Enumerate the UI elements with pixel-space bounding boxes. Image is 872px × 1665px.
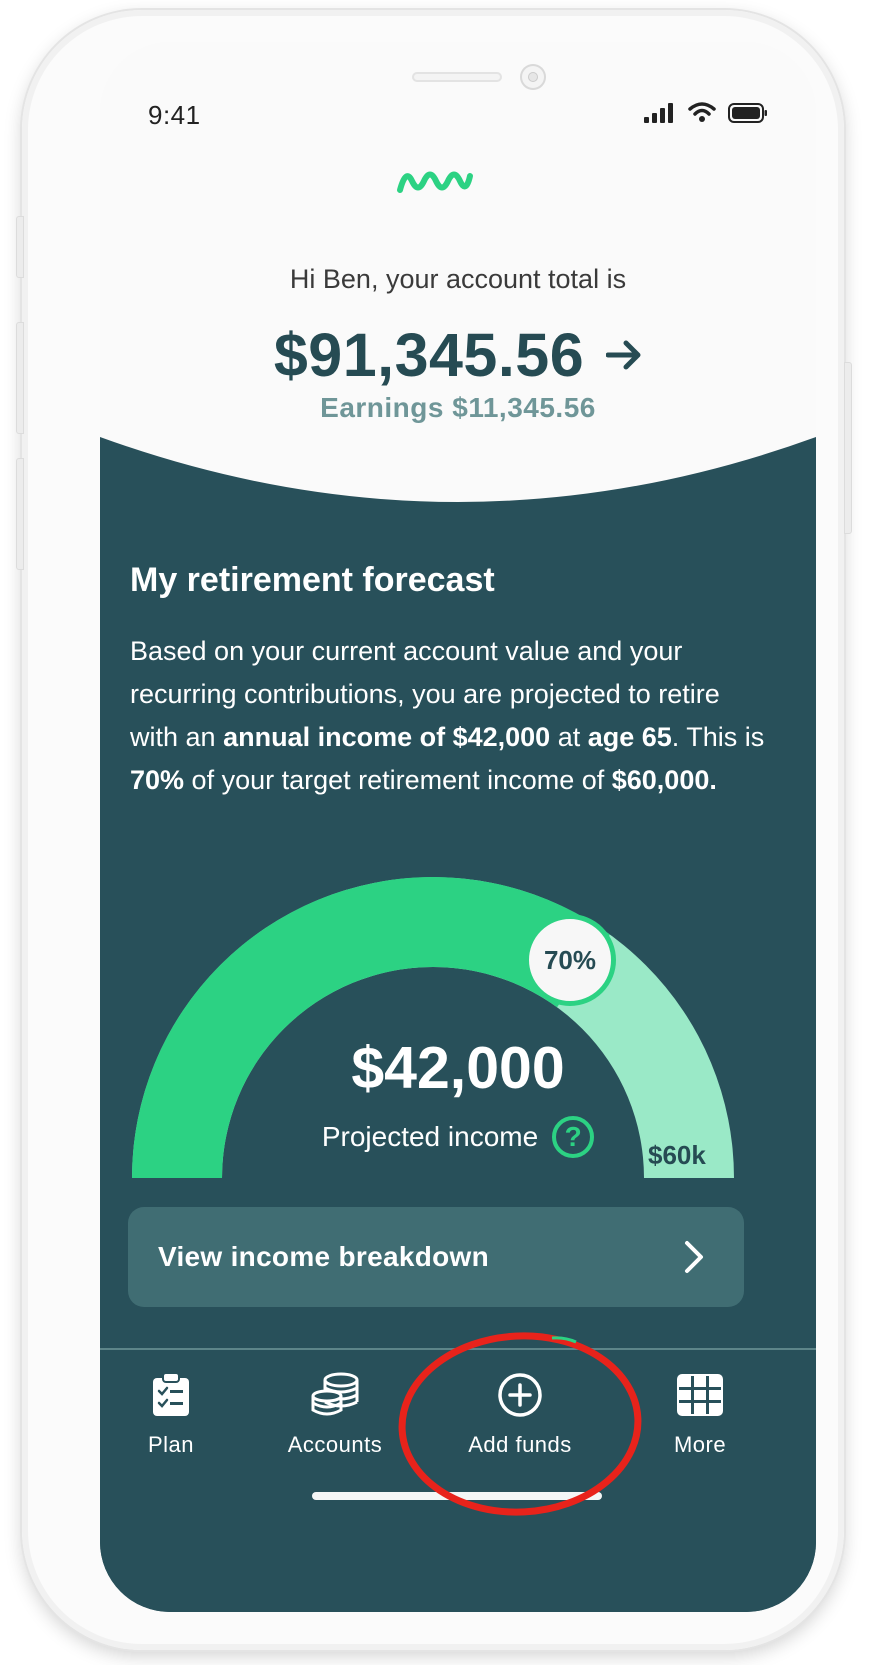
grid-icon bbox=[677, 1374, 723, 1416]
forecast-text-part: at bbox=[550, 722, 588, 752]
annotation-red-circle bbox=[398, 1332, 642, 1516]
projected-income-amount: $42,000 bbox=[351, 1035, 565, 1101]
forecast-retire-age: age 65 bbox=[587, 722, 672, 752]
chevron-right-icon bbox=[685, 1241, 703, 1273]
status-icons bbox=[644, 102, 768, 123]
phone-frame: 9:41 Hi Ben, your account total is $91,3… bbox=[16, 10, 852, 1650]
projected-income-row: Projected income ? bbox=[100, 1116, 816, 1158]
help-question-icon[interactable]: ? bbox=[552, 1116, 595, 1158]
breakdown-label: View income breakdown bbox=[158, 1241, 489, 1272]
tab-accounts[interactable]: Accounts bbox=[280, 1372, 390, 1458]
tab-label: Plan bbox=[147, 1432, 195, 1457]
greeting-text: Hi Ben, your account total is bbox=[289, 264, 627, 294]
mute-switch bbox=[16, 216, 24, 278]
clipboard-check-icon bbox=[153, 1372, 189, 1416]
forecast-title: My retirement forecast bbox=[130, 561, 495, 599]
arrow-right-icon bbox=[606, 340, 641, 370]
forecast-percent: 70% bbox=[130, 765, 185, 795]
view-income-breakdown-button[interactable]: View income breakdown bbox=[128, 1207, 744, 1307]
app-screen: 9:41 Hi Ben, your account total is $91,3… bbox=[100, 42, 816, 1612]
wifi-icon bbox=[688, 102, 716, 122]
gauge-target-label: $60k bbox=[648, 1140, 706, 1170]
earnings-text: Earnings $11,345.56 bbox=[320, 392, 596, 423]
volume-down-button bbox=[16, 458, 24, 570]
forecast-description: Based on your current account value and … bbox=[130, 630, 770, 802]
status-time: 9:41 bbox=[148, 100, 201, 130]
forecast-text-part: of your target retirement income of bbox=[184, 765, 612, 795]
tab-plan[interactable]: Plan bbox=[136, 1372, 206, 1458]
tab-label: More bbox=[673, 1432, 727, 1457]
signal-icon bbox=[644, 102, 673, 123]
gauge-percent-badge: 70% bbox=[524, 914, 616, 1006]
forecast-target-income: $60,000. bbox=[611, 765, 717, 795]
forecast-text-part: . This is bbox=[671, 722, 765, 752]
coins-stack-icon bbox=[311, 1372, 359, 1416]
volume-up-button bbox=[16, 322, 24, 434]
tab-label: Accounts bbox=[287, 1432, 383, 1457]
account-total: $91,345.56 bbox=[273, 321, 585, 389]
projected-income-label: Projected income bbox=[321, 1121, 539, 1152]
speaker-grille bbox=[412, 72, 502, 82]
forecast-annual-income: annual income of $42,000 bbox=[223, 722, 551, 752]
account-total-link[interactable]: $91,345.56 bbox=[100, 320, 816, 390]
power-button bbox=[844, 362, 852, 534]
front-camera bbox=[520, 64, 546, 90]
battery-icon bbox=[728, 102, 767, 123]
brand-logo-icon bbox=[397, 171, 473, 193]
tab-more[interactable]: More bbox=[660, 1372, 740, 1458]
